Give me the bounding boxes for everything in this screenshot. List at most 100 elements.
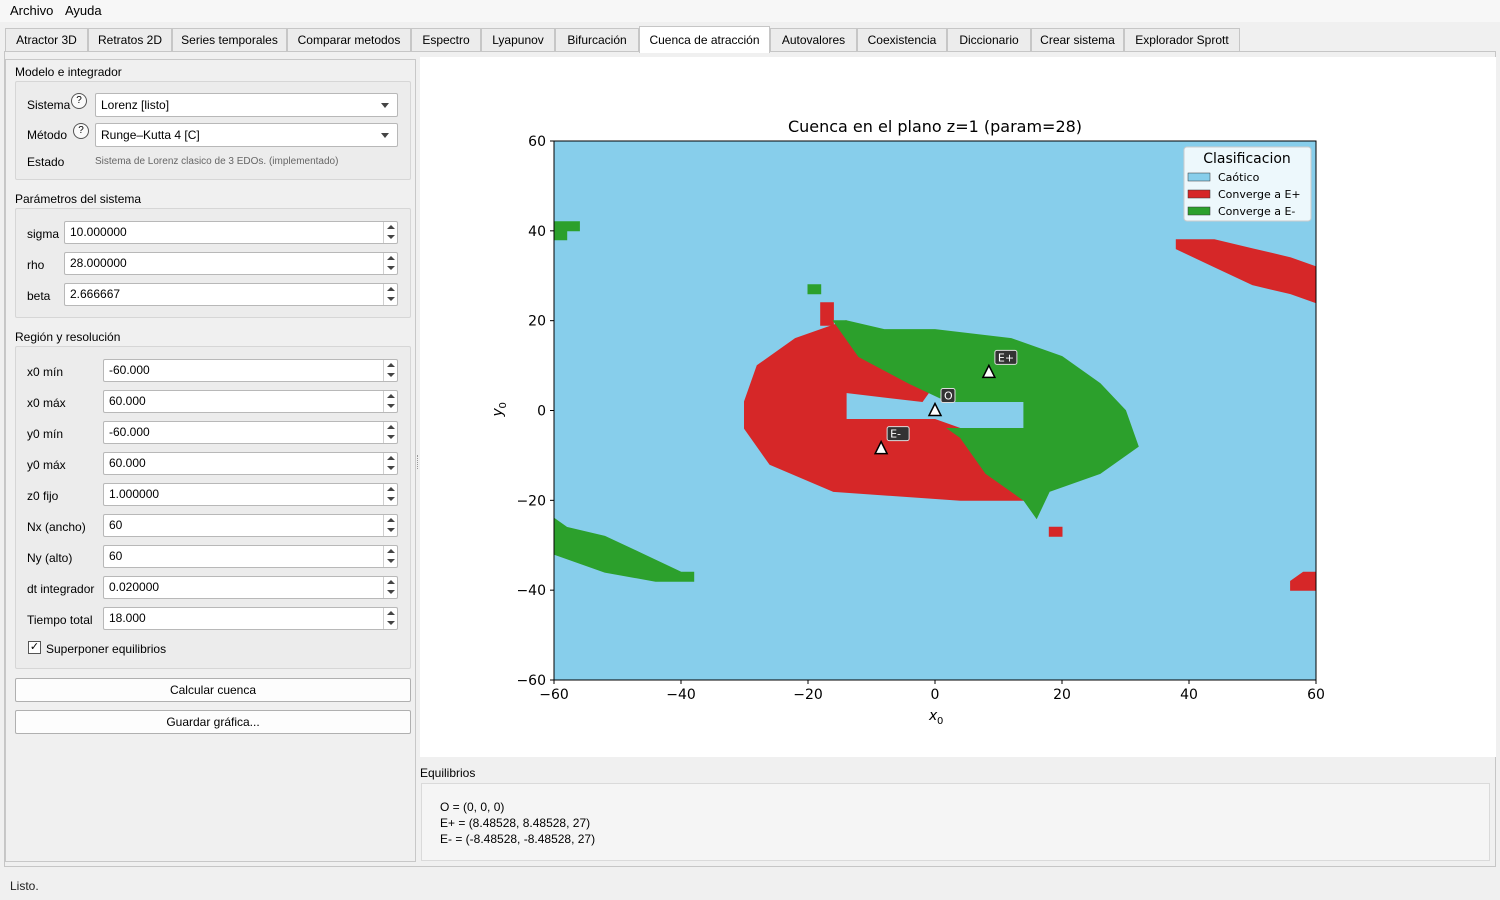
metodo-value: Runge–Kutta 4 [C] — [101, 128, 200, 142]
spin-buttons[interactable] — [383, 608, 397, 629]
help-icon[interactable]: ? — [71, 93, 87, 109]
tab-coexistencia[interactable]: Coexistencia — [857, 28, 947, 52]
chevron-down-icon — [387, 466, 395, 470]
help-icon[interactable]: ? — [73, 123, 89, 139]
splitter-handle[interactable] — [417, 455, 419, 469]
tab-espectro[interactable]: Espectro — [411, 28, 481, 52]
tab-retratos-2d[interactable]: Retratos 2D — [88, 28, 172, 52]
chevron-up-icon — [387, 487, 395, 491]
chevron-up-icon — [387, 256, 395, 260]
tab-crear-sistema[interactable]: Crear sistema — [1031, 28, 1124, 52]
y-tick-label: 20 — [528, 314, 546, 330]
param-label-sigma: sigma — [27, 227, 60, 241]
spin-buttons[interactable] — [383, 515, 397, 536]
marker-label: O — [944, 390, 953, 403]
chart-title: Cuenca en el plano z=1 (param=28) — [788, 117, 1082, 136]
chevron-down-icon — [387, 435, 395, 439]
region-label: z0 fijo — [27, 489, 59, 503]
estado-label: Estado — [27, 155, 65, 169]
tab-explorador-sprott[interactable]: Explorador Sprott — [1124, 28, 1240, 52]
x0-max-input[interactable]: 60.000 — [103, 390, 398, 413]
save-plot-button[interactable]: Guardar gráfica... — [15, 710, 411, 734]
calculate-basin-button[interactable]: Calcular cuenca — [15, 678, 411, 702]
chevron-down-icon — [387, 235, 395, 239]
menu-archivo[interactable]: Archivo — [10, 3, 53, 18]
ny-input[interactable]: 60 — [103, 545, 398, 568]
tab-lyapunov[interactable]: Lyapunov — [481, 28, 555, 52]
region-section-title: Región y resolución — [15, 330, 121, 344]
tab-series-temporales[interactable]: Series temporales — [172, 28, 287, 52]
region-label: x0 máx — [27, 396, 66, 410]
equilibria-box: O = (0, 0, 0) E+ = (8.48528, 8.48528, 27… — [421, 783, 1490, 861]
total-time-input[interactable]: 18.000 — [103, 607, 398, 630]
region-label: x0 mín — [27, 365, 64, 379]
y-axis-label-sub: 0 — [498, 402, 509, 408]
tab-atractor-3d[interactable]: Atractor 3D — [5, 28, 88, 52]
x-tick-label: −60 — [539, 687, 569, 703]
marker-label: E- — [890, 428, 901, 441]
x-tick-label: 60 — [1307, 687, 1325, 703]
z0-fixed-input[interactable]: 1.000000 — [103, 483, 398, 506]
legend-label: Converge a E+ — [1218, 188, 1301, 201]
region-eplus — [1048, 526, 1063, 537]
y0-min-input[interactable]: -60.000 — [103, 421, 398, 444]
chevron-down-icon — [387, 559, 395, 563]
overlay-equilibria-label: Superponer equilibrios — [46, 642, 167, 656]
chevron-down-icon — [387, 404, 395, 408]
params-section-title: Parámetros del sistema — [15, 192, 142, 206]
region-eminus — [807, 284, 822, 295]
spin-buttons[interactable] — [383, 484, 397, 505]
region-label: y0 máx — [27, 458, 66, 472]
beta-input[interactable]: 2.666667 — [64, 283, 398, 306]
equilibria-title: Equilibrios — [420, 766, 476, 780]
spin-buttons[interactable] — [383, 360, 397, 381]
field-value: 0.020000 — [109, 580, 160, 594]
spin-buttons[interactable] — [383, 422, 397, 443]
spin-buttons[interactable] — [383, 577, 397, 598]
y0-max-input[interactable]: 60.000 — [103, 452, 398, 475]
plot-canvas[interactable]: −60 −40 −20 0 20 40 60 −60 −40 −20 0 20 40 60 Cuenca e… — [420, 57, 1496, 757]
model-section-title: Modelo e integrador — [15, 65, 122, 79]
spin-buttons[interactable] — [383, 253, 397, 274]
sistema-value: Lorenz [listo] — [101, 98, 170, 112]
sigma-value: 10.000000 — [70, 225, 127, 239]
legend-label: Converge a E- — [1218, 205, 1295, 218]
x0-min-input[interactable]: -60.000 — [103, 359, 398, 382]
chevron-down-icon — [387, 528, 395, 532]
status-bar: Listo. — [0, 872, 1500, 900]
spin-buttons[interactable] — [383, 284, 397, 305]
metodo-label: Método — [27, 128, 68, 142]
spin-buttons[interactable] — [383, 391, 397, 412]
spin-buttons[interactable] — [383, 453, 397, 474]
tab-cuenca-de-atraccion[interactable]: Cuenca de atracción — [639, 26, 770, 53]
rho-input[interactable]: 28.000000 — [64, 252, 398, 275]
tab-bifurcacion[interactable]: Bifurcación — [555, 28, 639, 52]
nx-input[interactable]: 60 — [103, 514, 398, 537]
legend-swatch — [1187, 189, 1211, 199]
y-tick-label: −20 — [516, 493, 546, 509]
tab-comparar-metodos[interactable]: Comparar metodos — [287, 28, 411, 52]
spin-buttons[interactable] — [383, 222, 397, 243]
sigma-input[interactable]: 10.000000 — [64, 221, 398, 244]
chevron-down-icon — [381, 133, 389, 138]
sistema-select[interactable]: Lorenz [listo] — [95, 93, 398, 117]
dt-input[interactable]: 0.020000 — [103, 576, 398, 599]
field-value: -60.000 — [109, 363, 150, 377]
field-value: 60 — [109, 549, 123, 563]
chevron-up-icon — [387, 225, 395, 229]
metodo-select[interactable]: Runge–Kutta 4 [C] — [95, 123, 398, 147]
check-icon: ✓ — [29, 641, 40, 653]
equilibrium-eminus: E- = (-8.48528, -8.48528, 27) — [440, 832, 596, 846]
chevron-down-icon — [387, 297, 395, 301]
overlay-equilibria-checkbox[interactable]: ✓ — [28, 641, 41, 654]
tab-autovalores[interactable]: Autovalores — [770, 28, 857, 52]
basin-chart: −60 −40 −20 0 20 40 60 −60 −40 −20 0 20 40 60 Cuenca e… — [490, 117, 1325, 727]
region-eplus — [820, 302, 834, 326]
tab-diccionario[interactable]: Diccionario — [947, 28, 1031, 52]
chevron-down-icon — [387, 497, 395, 501]
chevron-down-icon — [387, 621, 395, 625]
spin-buttons[interactable] — [383, 546, 397, 567]
chevron-up-icon — [387, 363, 395, 367]
x-tick-label: −20 — [793, 687, 823, 703]
menu-ayuda[interactable]: Ayuda — [65, 3, 102, 18]
